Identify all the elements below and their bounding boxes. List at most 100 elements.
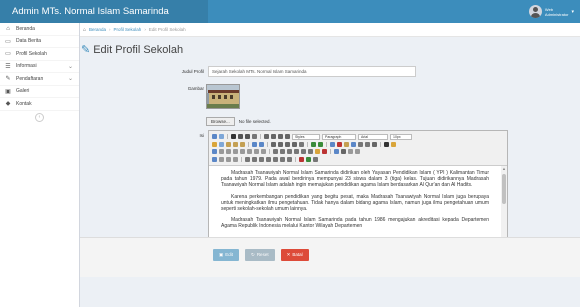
absolute-icon[interactable] [233, 156, 238, 162]
visual-aid-icon[interactable] [287, 149, 292, 155]
cut-icon[interactable] [212, 141, 217, 147]
user-menu[interactable]: Web Administrator ▾ [528, 3, 574, 20]
ins-icon[interactable] [280, 156, 285, 162]
breadcrumb-current: Edit Profil Sekolah [148, 27, 186, 32]
move-forward-icon[interactable] [219, 156, 224, 162]
refresh-icon: ↻ [251, 252, 255, 257]
paste-word-icon[interactable] [240, 141, 245, 147]
new-doc-icon[interactable] [219, 134, 224, 140]
ltr-icon[interactable] [348, 149, 353, 155]
browse-button[interactable]: Browse... [206, 117, 235, 126]
breadcrumb-home[interactable]: Beranda [89, 27, 106, 32]
undo-icon[interactable] [311, 141, 316, 147]
sidebar-item-kontak[interactable]: ◆ Kontak [0, 98, 79, 111]
format-select[interactable]: Paragraph [322, 133, 356, 140]
edit-button[interactable]: ▣ Edit [213, 249, 240, 261]
align-left-icon[interactable] [264, 134, 269, 140]
insert-col-icon[interactable] [254, 149, 259, 155]
hr-icon[interactable] [273, 149, 278, 155]
unlink-icon[interactable] [337, 141, 342, 147]
align-center-icon[interactable] [271, 134, 276, 140]
row-props-icon[interactable] [219, 149, 224, 155]
delete-row-icon[interactable] [247, 149, 252, 155]
breadcrumb-parent[interactable]: Profil Sekolah [114, 27, 142, 32]
nonbreaking-icon[interactable] [306, 156, 311, 162]
font-family-select[interactable]: Arial [358, 133, 388, 140]
html-source-icon[interactable] [372, 141, 377, 147]
cite-icon[interactable] [252, 156, 257, 162]
pagebreak-icon[interactable] [299, 156, 304, 162]
paste-text-icon[interactable] [233, 141, 238, 147]
subscript-icon[interactable] [294, 149, 299, 155]
indent-icon[interactable] [292, 141, 297, 147]
image-insert-icon[interactable] [351, 141, 356, 147]
cleanup-icon[interactable] [358, 141, 363, 147]
judul-input[interactable]: Sejarah Sekolah MTs. Normal Islam Samari… [208, 66, 416, 77]
table-icon[interactable] [212, 149, 217, 155]
highlight-color-icon[interactable] [391, 141, 396, 147]
scroll-up-icon[interactable]: ▲ [501, 166, 507, 171]
abbr-icon[interactable] [259, 156, 264, 162]
attribs-icon[interactable] [287, 156, 292, 162]
del-icon[interactable] [273, 156, 278, 162]
media-icon[interactable] [322, 149, 327, 155]
sidebar-item-informasi[interactable]: ☰ Informasi ⌄ [0, 61, 79, 73]
special-char-icon[interactable] [308, 149, 313, 155]
chevron-down-icon: ⌄ [67, 76, 73, 83]
find-icon[interactable] [252, 141, 257, 147]
help-icon[interactable] [365, 141, 370, 147]
paste-icon[interactable] [226, 141, 231, 147]
styles-select[interactable]: Styles [292, 133, 320, 140]
save-icon[interactable] [212, 134, 217, 140]
insert-layer-icon[interactable] [212, 156, 217, 162]
underline-icon[interactable] [245, 134, 250, 140]
copy-icon[interactable] [219, 141, 224, 147]
cancel-button-label: Batal [292, 252, 303, 257]
sidebar-item-galeri[interactable]: ▣ Galeri [0, 86, 79, 98]
emoticon-icon[interactable] [315, 149, 320, 155]
align-justify-icon[interactable] [285, 134, 290, 140]
styleprops-icon[interactable] [245, 156, 250, 162]
sidebar-item-profil-sekolah[interactable]: ▭ Profil Sekolah [0, 48, 79, 61]
move-backward-icon[interactable] [226, 156, 231, 162]
delete-col-icon[interactable] [261, 149, 266, 155]
acronym-icon[interactable] [266, 156, 271, 162]
document-icon: ▭ [5, 38, 11, 45]
home-icon: ⌂ [83, 26, 87, 33]
italic-icon[interactable] [238, 134, 243, 140]
cell-props-icon[interactable] [226, 149, 231, 155]
link-icon[interactable] [330, 141, 335, 147]
rtl-icon[interactable] [355, 149, 360, 155]
reset-button[interactable]: ↻ Reset [245, 249, 275, 261]
superscript-icon[interactable] [301, 149, 306, 155]
paragraph: Madrasah Tsanawiyah Normal Islam Samarin… [221, 217, 489, 230]
sidebar-item-beranda[interactable]: ⌂ Beranda [0, 23, 79, 36]
collapse-circle-icon[interactable]: ‹ [35, 112, 44, 122]
strikethrough-icon[interactable] [252, 134, 257, 140]
cancel-button[interactable]: ✕ Batal [280, 249, 309, 261]
sidebar-item-data-berita[interactable]: ▭ Data Berita [0, 36, 79, 48]
fullscreen-icon[interactable] [341, 149, 346, 155]
sidebar-footer: ‹ [0, 111, 79, 122]
insert-row-after-icon[interactable] [240, 149, 245, 155]
scrollbar-thumb[interactable] [502, 174, 506, 204]
print-icon[interactable] [334, 149, 339, 155]
insert-row-before-icon[interactable] [233, 149, 238, 155]
bullet-list-icon[interactable] [271, 141, 276, 147]
app-title[interactable]: Admin MTs. Normal Islam Samarinda [0, 0, 208, 23]
text-color-icon[interactable] [384, 141, 389, 147]
replace-icon[interactable] [259, 141, 264, 147]
font-size-select[interactable]: 10px [390, 133, 412, 140]
blockquote-icon[interactable] [299, 141, 304, 147]
redo-icon[interactable] [318, 141, 323, 147]
align-right-icon[interactable] [278, 134, 283, 140]
sidebar-item-pendaftaran[interactable]: ✎ Pendaftaran ⌄ [0, 73, 79, 86]
outdent-icon[interactable] [285, 141, 290, 147]
editor-toolbar: Styles Paragraph Arial 10px [209, 131, 507, 166]
bold-icon[interactable] [231, 134, 236, 140]
template-icon[interactable] [313, 156, 318, 162]
numbered-list-icon[interactable] [278, 141, 283, 147]
anchor-icon[interactable] [344, 141, 349, 147]
judul-label: Judul Profil [181, 69, 204, 74]
remove-format-icon[interactable] [280, 149, 285, 155]
